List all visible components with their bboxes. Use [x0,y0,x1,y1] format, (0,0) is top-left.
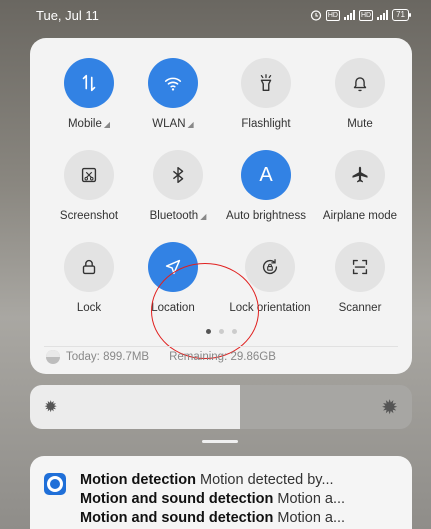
flashlight-icon[interactable] [241,58,291,108]
tile-label: Location [151,302,195,314]
tile-scanner[interactable]: Scanner [310,242,410,314]
notification-title: Motion and sound detection [80,491,274,507]
status-bar: Tue, Jul 11 HD HD 71 [0,0,431,30]
lock-icon[interactable] [64,242,114,292]
5g-signal-icon [343,10,355,20]
page-dot [205,329,211,334]
page-dot [231,329,237,334]
drag-handle[interactable] [202,440,238,443]
alarm-icon [310,9,322,21]
tile-wlan[interactable]: WLAN ◢ [123,58,223,130]
sun-large-icon: ✹ [381,397,398,419]
hd-icon: HD [325,9,340,21]
rotation-lock-icon[interactable] [245,242,295,292]
brightness-slider[interactable]: ✹ ✹ [30,385,412,429]
divider [44,346,398,347]
expand-icon: ◢ [200,212,207,221]
quick-settings-panel: Mobile ◢ WLAN ◢ Flashlight Mute Screenshot… [30,38,412,374]
tile-label: Bluetooth [149,210,199,222]
notification-title: Motion and sound detection [80,510,274,526]
sun-small-icon: ✹ [44,399,58,416]
notification-item[interactable]: Motion and sound detection Motion a... [80,509,400,528]
expand-icon: ◢ [187,120,194,129]
camera-app-icon [44,473,66,495]
notification-item[interactable]: Motion detection Motion detected by... [80,471,400,490]
battery-icon: 71 [392,9,411,21]
page-indicator[interactable] [30,329,412,334]
screenshot-icon[interactable] [64,150,114,200]
notification-body: Motion a... [277,510,346,526]
bluetooth-icon[interactable] [153,150,203,200]
tile-label: Mute [347,118,373,130]
tile-label: Mobile [67,118,102,130]
tile-screenshot[interactable]: Screenshot [39,150,139,222]
tile-label: Flashlight [241,118,291,130]
status-time: Tue, Jul 11 [36,7,99,23]
tile-mute[interactable]: Mute [310,58,410,130]
tile-label: Scanner [338,302,382,314]
data-remaining: Remaining: 29.86GB [169,351,276,363]
notification-body: Motion detected by... [200,472,334,488]
airplane-icon[interactable] [335,150,385,200]
brightness-fill [30,385,241,429]
tile-label: Airplane mode [322,210,398,222]
hd-icon: HD [358,9,374,21]
bell-icon[interactable] [335,58,385,108]
tile-label: WLAN [152,118,186,130]
tile-lock-orientation[interactable]: Lock orientation [220,242,320,314]
tile-label: Auto brightness [226,210,306,222]
data-usage[interactable]: Today: 899.7MB Remaining: 29.86GB [46,350,276,364]
data-usage-icon [46,350,60,364]
status-icons: HD HD 71 [310,9,411,21]
page-dot [218,329,224,334]
tile-bluetooth[interactable]: Bluetooth ◢ [128,150,228,222]
notification-body: Motion a... [277,491,346,507]
auto-brightness-icon[interactable]: A [241,150,291,200]
expand-icon: ◢ [103,120,111,129]
data-today: Today: 899.7MB [66,351,150,363]
tile-auto-brightness[interactable]: A Auto brightness [216,150,316,222]
location-icon[interactable] [148,242,198,292]
notification-card[interactable]: Motion detection Motion detected by... M… [30,456,412,529]
scanner-icon[interactable] [335,242,385,292]
tile-label: Lock orientation [229,302,311,314]
notification-title: Motion detection [80,472,196,488]
wifi-icon[interactable] [148,58,198,108]
4g-signal-icon [377,10,389,20]
notification-item[interactable]: Motion and sound detection Motion a... [80,490,400,509]
tile-airplane-mode[interactable]: Airplane mode [310,150,410,222]
tile-location[interactable]: Location [123,242,223,314]
tile-label: Screenshot [59,210,119,222]
mobile-data-icon[interactable] [64,58,114,108]
tile-flashlight[interactable]: Flashlight [216,58,316,130]
